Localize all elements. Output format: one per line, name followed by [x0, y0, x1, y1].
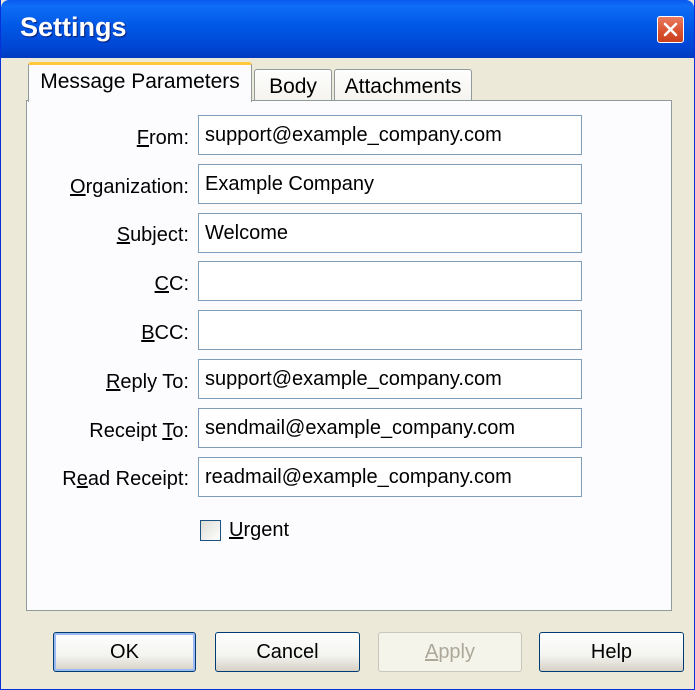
bcc-input[interactable] [198, 310, 582, 350]
tab-message-parameters[interactable]: Message Parameters [28, 62, 252, 102]
title-bar[interactable]: Settings [1, 0, 694, 58]
subject-input[interactable] [198, 213, 582, 253]
cc-label: CC: [154, 273, 189, 295]
tab-attachments[interactable]: Attachments [334, 69, 472, 101]
tab-label: Body [269, 75, 317, 98]
urgent-label[interactable]: Urgent [229, 519, 289, 542]
help-button[interactable]: Help [539, 632, 684, 672]
cc-input[interactable] [198, 261, 582, 301]
close-icon [663, 22, 678, 37]
read-receipt-input[interactable] [198, 457, 582, 497]
settings-dialog: Settings Message Parameters Body Attachm… [0, 0, 695, 690]
close-button[interactable] [657, 16, 684, 43]
reply-to-input[interactable] [198, 359, 582, 399]
apply-button: Apply [378, 632, 522, 672]
tab-label: Message Parameters [40, 70, 240, 93]
receipt-to-label: Receipt To: [89, 420, 189, 442]
tab-label: Attachments [344, 75, 462, 98]
receipt-to-input[interactable] [198, 408, 582, 448]
tab-body[interactable]: Body [254, 69, 332, 101]
read-receipt-label: Read Receipt: [62, 468, 189, 490]
reply-to-label: Reply To: [105, 371, 189, 393]
organization-label: Organization: [70, 176, 189, 198]
organization-input[interactable] [198, 164, 582, 204]
cancel-button[interactable]: Cancel [215, 632, 360, 672]
ok-button[interactable]: OK [53, 632, 196, 672]
window-title: Settings [20, 12, 127, 42]
from-input[interactable] [198, 115, 582, 155]
urgent-checkbox[interactable] [200, 520, 221, 541]
bcc-label: BCC: [141, 322, 189, 344]
subject-label: Subject: [116, 224, 189, 246]
from-label: From: [136, 127, 189, 149]
